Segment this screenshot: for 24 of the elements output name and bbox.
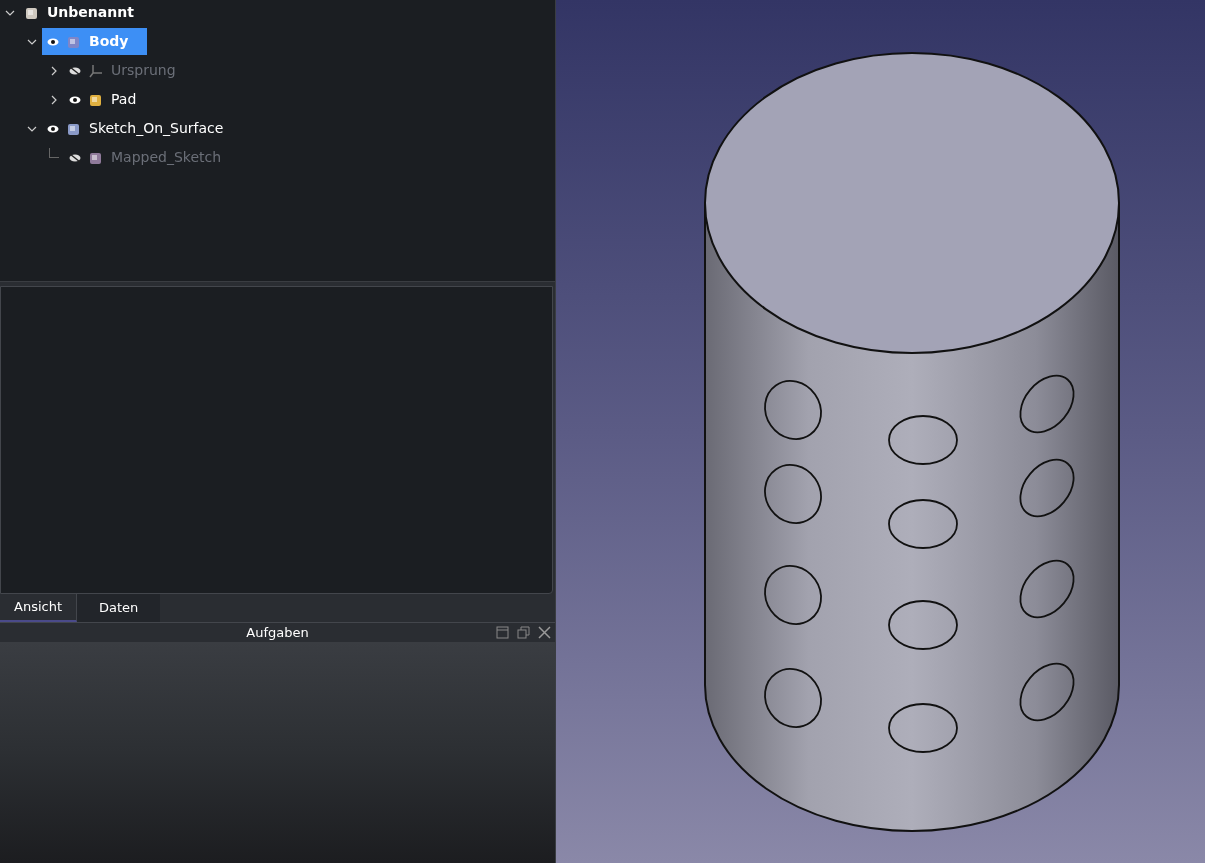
tree-item-label: Ursprung bbox=[111, 61, 176, 80]
eye-icon[interactable] bbox=[47, 124, 59, 133]
tree-item-label: Unbenannt bbox=[47, 3, 134, 22]
tree-item[interactable]: Unbenannt bbox=[20, 0, 153, 26]
float-icon[interactable] bbox=[517, 626, 530, 639]
panel-title: Aufgaben bbox=[246, 623, 309, 642]
crossed-eye-icon[interactable] bbox=[69, 65, 81, 76]
tree-branch-line bbox=[49, 147, 59, 158]
chevron-right-icon[interactable] bbox=[49, 94, 59, 105]
eye-icon[interactable] bbox=[69, 95, 81, 104]
eye-icon[interactable] bbox=[47, 37, 59, 46]
chevron-right-icon[interactable] bbox=[49, 65, 59, 76]
crossed-eye-icon[interactable] bbox=[69, 152, 81, 163]
tree-item-label: Body bbox=[89, 32, 129, 51]
tree-item-label: Pad bbox=[111, 90, 137, 109]
tab[interactable]: Daten bbox=[77, 594, 161, 622]
tree-item[interactable]: Sketch_On_Surface bbox=[42, 115, 243, 142]
tab[interactable]: Ansicht bbox=[0, 594, 77, 622]
close-icon[interactable] bbox=[538, 626, 551, 639]
tree-item[interactable]: Pad bbox=[64, 86, 156, 113]
dock-icon[interactable] bbox=[496, 626, 509, 639]
axes-icon bbox=[89, 63, 103, 78]
tree-item-label: Mapped_Sketch bbox=[111, 148, 222, 167]
tree-item-label: Sketch_On_Surface bbox=[89, 119, 224, 138]
